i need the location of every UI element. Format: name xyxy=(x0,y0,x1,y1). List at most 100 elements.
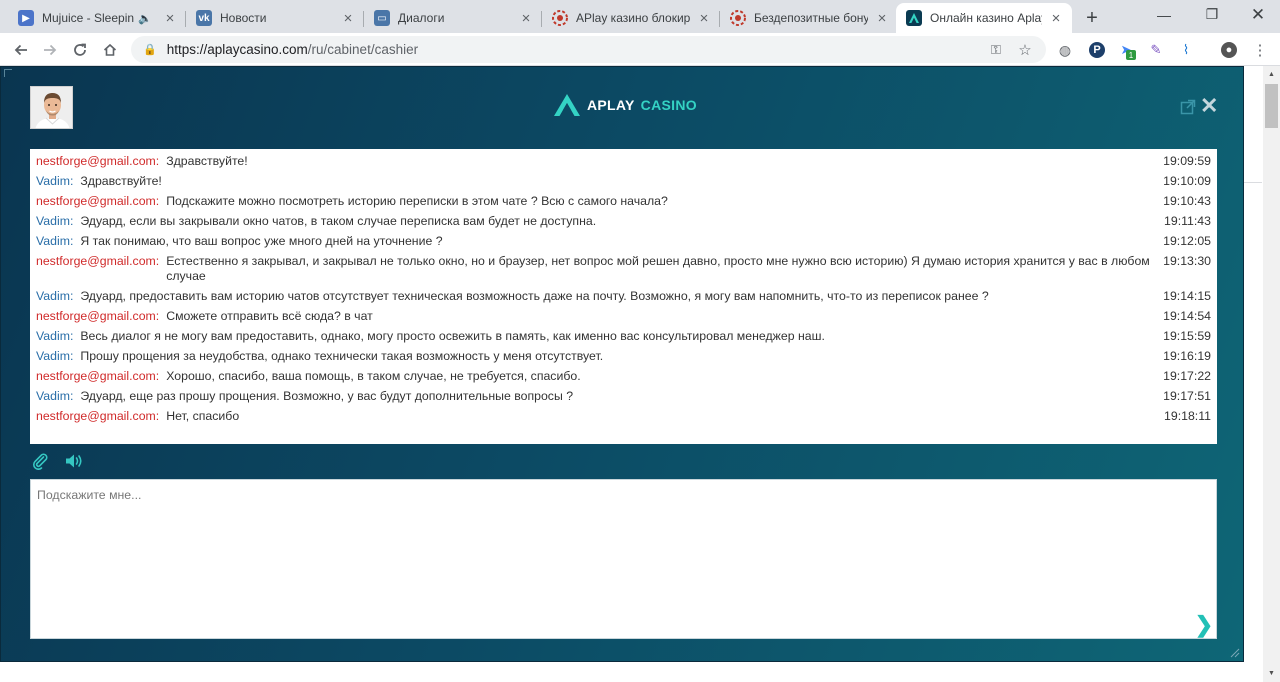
tab-news[interactable]: vk Новости × xyxy=(186,3,364,33)
address-bar[interactable]: 🔒 https://aplaycasino.com/ru/cabinet/cas… xyxy=(131,36,1046,63)
message-row: nestforge@gmail.com: Сможете отправить вс… xyxy=(36,307,1211,327)
message-time: 19:17:51 xyxy=(1163,389,1211,403)
message-text: Прошу прощения за неудобства, однако тех… xyxy=(80,349,604,363)
tab-aplay-online[interactable]: Онлайн казино Aplay × xyxy=(896,3,1072,33)
message-author: Vadim: xyxy=(36,349,74,363)
forward-icon[interactable] xyxy=(37,37,63,63)
back-icon[interactable] xyxy=(8,37,34,63)
url-text: https://aplaycasino.com/ru/cabinet/cashi… xyxy=(166,42,419,57)
message-text: Здравствуйте! xyxy=(80,174,162,188)
message-text: Сможете отправить всё сюда? в чат xyxy=(166,309,373,323)
casino-chip-icon xyxy=(552,10,568,26)
chat-window: APLAY CASINO ✕ nestforge@gmail.com: Здрав… xyxy=(0,66,1244,662)
message-author: Vadim: xyxy=(36,289,74,303)
tab-strip: ▶ Mujuice - Sleeping 🔈 × vk Новости × ▭ … xyxy=(0,0,1280,33)
home-icon[interactable] xyxy=(97,37,123,63)
message-time: 19:14:54 xyxy=(1163,309,1211,323)
message-text: Эдуард, еще раз прошу прощения. Возможно… xyxy=(80,389,574,403)
page-scrollbar[interactable]: ▲ ▼ xyxy=(1263,66,1280,682)
brand-logo: APLAY CASINO xyxy=(553,91,697,119)
menu-kebab-icon[interactable]: ⋮ xyxy=(1252,42,1268,59)
message-author: nestforge@gmail.com: xyxy=(36,369,160,383)
close-tab-icon[interactable]: × xyxy=(874,10,890,26)
message-row: nestforge@gmail.com: Здравствуйте! 19:09:5… xyxy=(36,152,1211,172)
page-content: ▲ ▼ APLAY CASINO ✕ nestforge@gmail.com: … xyxy=(0,66,1280,682)
message-row: Vadim: Прошу прощения за неудобства, одна… xyxy=(36,347,1211,367)
tab-title: Диалоги xyxy=(398,11,445,25)
send-button[interactable]: ❯ xyxy=(1195,612,1213,637)
aplay-logo-icon xyxy=(554,94,580,116)
close-chat-icon[interactable]: ✕ xyxy=(1200,95,1218,117)
message-row: nestforge@gmail.com: Нет, спасибо 19:18:11 xyxy=(36,407,1211,427)
message-author: Vadim: xyxy=(36,214,74,228)
message-row: nestforge@gmail.com: Естественно я закрыв… xyxy=(36,252,1211,287)
popout-icon[interactable] xyxy=(1180,99,1196,115)
resize-corner-icon[interactable] xyxy=(1230,648,1240,658)
profile-avatar-icon[interactable]: ● xyxy=(1221,42,1237,58)
message-author: nestforge@gmail.com: xyxy=(36,254,160,268)
message-row: Vadim: Я так понимаю, что ваш вопрос уже … xyxy=(36,232,1211,252)
close-window-icon[interactable]: ✕ xyxy=(1235,0,1280,29)
feather-extension-icon[interactable]: ✎ xyxy=(1148,42,1164,58)
message-input[interactable] xyxy=(31,480,1216,638)
send-extension-icon[interactable]: ➤1 xyxy=(1118,42,1136,60)
casino-chip-icon xyxy=(730,10,746,26)
scroll-up-icon[interactable]: ▲ xyxy=(1263,66,1280,83)
aplay-logo-icon xyxy=(906,10,922,26)
p-extension-icon[interactable]: P xyxy=(1089,42,1105,58)
message-author: nestforge@gmail.com: xyxy=(36,194,160,208)
tab-title: Mujuice - Sleeping xyxy=(42,11,135,25)
resize-handle-icon[interactable] xyxy=(4,69,12,77)
tab-mujuice[interactable]: ▶ Mujuice - Sleeping 🔈 × xyxy=(8,3,186,33)
tab-title: APlay казино блокиру xyxy=(576,11,690,25)
reload-icon[interactable] xyxy=(67,37,93,63)
message-time: 19:10:09 xyxy=(1163,174,1211,188)
message-row: Vadim: Эдуард, если вы закрывали окно чат… xyxy=(36,212,1211,232)
minimize-icon[interactable]: — xyxy=(1141,0,1187,29)
sound-icon[interactable] xyxy=(64,451,84,471)
brand-suffix: CASINO xyxy=(640,97,697,113)
brush-extension-icon[interactable]: ⌇ xyxy=(1178,42,1194,58)
message-text: Здравствуйте! xyxy=(166,154,248,168)
chat-tools xyxy=(30,451,84,471)
chat-icon: ▭ xyxy=(374,10,390,26)
message-author: Vadim: xyxy=(36,234,74,248)
close-tab-icon[interactable]: × xyxy=(518,10,534,26)
operator-avatar xyxy=(30,86,73,129)
message-row: Vadim: Весь диалог я не могу вам предоста… xyxy=(36,327,1211,347)
message-time: 19:16:19 xyxy=(1163,349,1211,363)
play-icon: ▶ xyxy=(18,10,34,26)
message-text: Эдуард, если вы закрывали окно чатов, в … xyxy=(80,214,597,228)
tab-dialogs[interactable]: ▭ Диалоги × xyxy=(364,3,542,33)
message-text: Эдуард, предоставить вам историю чатов о… xyxy=(80,289,989,303)
message-time: 19:15:59 xyxy=(1163,329,1211,343)
vk-icon: vk xyxy=(196,10,212,26)
message-time: 19:09:59 xyxy=(1163,154,1211,168)
paperclip-icon[interactable] xyxy=(30,451,50,471)
message-row: Vadim: Эдуард, еще раз прошу прощения. Во… xyxy=(36,387,1211,407)
scroll-down-icon[interactable]: ▼ xyxy=(1263,665,1280,682)
star-icon[interactable]: ☆ xyxy=(1016,41,1034,59)
tab-bonuses[interactable]: Бездепозитные бонус × xyxy=(720,3,898,33)
message-log[interactable]: nestforge@gmail.com: Здравствуйте! 19:09:5… xyxy=(30,149,1217,444)
close-tab-icon[interactable]: × xyxy=(696,10,712,26)
close-tab-icon[interactable]: × xyxy=(1048,10,1064,26)
scrollbar-thumb[interactable] xyxy=(1265,84,1278,128)
message-time: 19:14:15 xyxy=(1163,289,1211,303)
lock-icon[interactable]: 🔒 xyxy=(143,43,157,56)
message-author: nestforge@gmail.com: xyxy=(36,309,160,323)
message-author: nestforge@gmail.com: xyxy=(36,409,160,423)
tab-aplay-blocked[interactable]: APlay казино блокиру × xyxy=(542,3,720,33)
tab-title: Онлайн казино Aplay xyxy=(930,11,1042,25)
speaker-icon[interactable]: 🔈 xyxy=(138,12,152,25)
message-input-box[interactable] xyxy=(30,479,1217,639)
new-tab-button[interactable]: + xyxy=(1079,5,1105,31)
close-tab-icon[interactable]: × xyxy=(162,10,178,26)
close-tab-icon[interactable]: × xyxy=(340,10,356,26)
maximize-icon[interactable]: ❐ xyxy=(1189,0,1235,29)
key-icon[interactable]: ⚿ xyxy=(987,41,1005,59)
message-author: Vadim: xyxy=(36,329,74,343)
globe-extension-icon[interactable]: ◍ xyxy=(1057,42,1073,58)
browser-toolbar: 🔒 https://aplaycasino.com/ru/cabinet/cas… xyxy=(0,33,1280,66)
message-text: Хорошо, спасибо, ваша помощь, в таком сл… xyxy=(166,369,581,383)
